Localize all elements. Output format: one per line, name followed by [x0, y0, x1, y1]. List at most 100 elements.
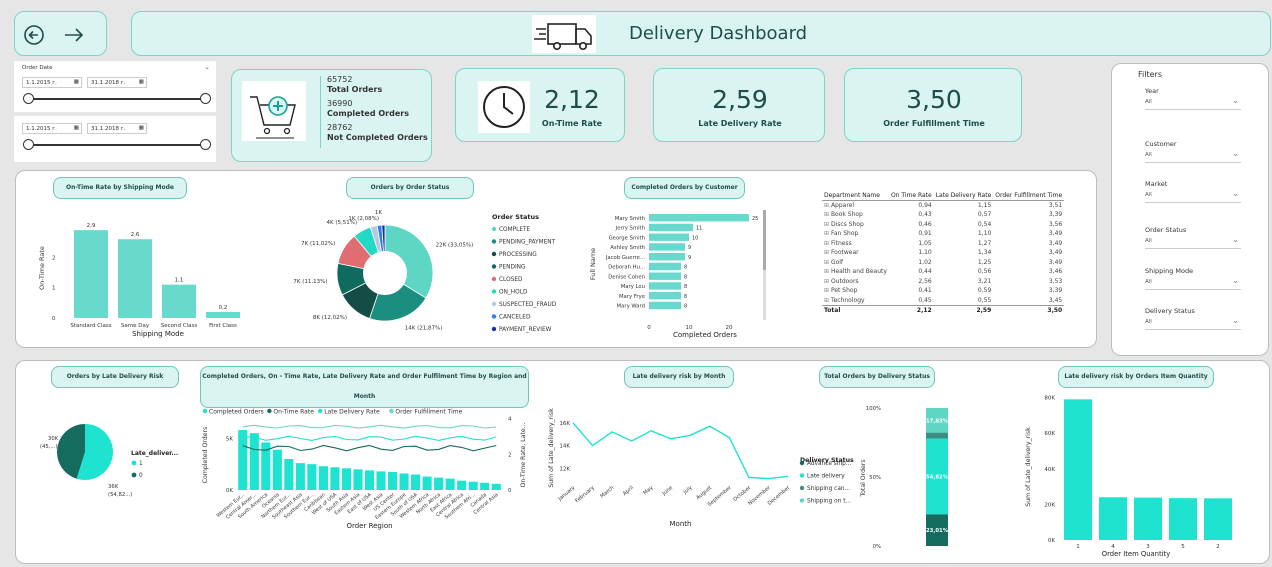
late-risk-by-month-chart[interactable]: 12K 14K 16K JanuaryFebruary March April May Jun… — [545, 400, 795, 560]
start-date-input[interactable]: 1.1.2015 г. ▦ — [22, 77, 82, 88]
x-tick-label: Second Class — [161, 323, 198, 329]
bar — [295, 463, 305, 490]
x-tick-label: May — [642, 485, 654, 496]
slider-handle-start[interactable] — [23, 93, 34, 104]
x-tick-label: April — [622, 485, 635, 497]
slice-label: 14K (21,87%) — [405, 326, 443, 332]
x-tick-label: June — [661, 485, 674, 498]
slider-track[interactable] — [28, 144, 206, 146]
date-slicer-2[interactable]: 1.1.2015 г. ▦ 31.1.2018 г. ▦ — [14, 116, 216, 162]
filter-dropdown[interactable]: All — [1145, 316, 1241, 330]
legend-marker — [799, 460, 805, 466]
expand-icon[interactable]: ⊞ — [824, 202, 831, 209]
expand-icon[interactable]: ⊞ — [824, 230, 831, 237]
x-tick-label: March — [599, 485, 615, 500]
filter-dropdown[interactable]: All — [1145, 276, 1241, 290]
table-row[interactable]: ⊞ Outdoors 2,56 3,21 3,53 — [822, 277, 1064, 287]
slider-handle-end[interactable] — [200, 93, 211, 104]
table-row[interactable]: ⊞ Health and Beauty 0,44 0,56 3,46 — [822, 267, 1064, 277]
expand-icon[interactable]: ⊞ — [824, 278, 831, 285]
table-row[interactable]: ⊞ Fitness 1,05 1,27 3,49 — [822, 239, 1064, 249]
expand-icon[interactable]: ⊞ — [824, 297, 831, 304]
bar — [1099, 497, 1127, 540]
y-right-axis-title: On-Time Rate, Late... — [520, 422, 527, 487]
y-tick-label: 1 — [52, 286, 56, 292]
filter-customer[interactable]: Customer All — [1145, 140, 1241, 163]
start-date-input[interactable]: 1.1.2015 г. ▦ — [22, 123, 82, 134]
legend-marker — [131, 472, 137, 478]
end-date-input[interactable]: 31.1.2018 г. ▦ — [87, 123, 147, 134]
table-row[interactable]: ⊞ Book Shop 0,43 0,57 3,39 — [822, 210, 1064, 220]
filter-dropdown[interactable]: All — [1145, 189, 1241, 203]
date-slicer-1[interactable]: Order Date ⌄ 1.1.2015 г. ▦ 31.1.2018 г. … — [14, 61, 216, 112]
filter-order-status[interactable]: Order Status All — [1145, 226, 1241, 249]
end-date-input[interactable]: 31.1.2018 г. ▦ — [87, 77, 147, 88]
page-title: Delivery Dashboard — [629, 23, 808, 44]
slider-handle-start[interactable] — [23, 139, 34, 150]
filter-delivery-status[interactable]: Delivery Status All — [1145, 307, 1241, 330]
filter-label: Customer — [1145, 140, 1177, 148]
table-total-cell: Total — [822, 304, 889, 315]
y-tick-label: 14K — [559, 444, 570, 450]
filter-year[interactable]: Year All — [1145, 87, 1241, 110]
department-table[interactable]: Department Name On Time Rate Late Delivery… — [822, 191, 1065, 315]
data-label: 8 — [684, 265, 687, 271]
table-row[interactable]: ⊞ Fan Shop 0,91 1,10 3,49 — [822, 229, 1064, 239]
kpi-order-fulfillment-time: 3,50 Order Fulfillment Time — [844, 68, 1022, 142]
on-time-by-shipping-chart[interactable]: 0 1 2 2,9 Standard Class 2,6 Same Day 1,1 Second… — [30, 200, 250, 345]
table-row[interactable]: ⊞ Pet Shop 0,41 0,59 3,39 — [822, 286, 1064, 296]
legend-label: CLOSED — [499, 277, 523, 283]
expand-icon[interactable]: ⊞ — [824, 259, 831, 266]
calendar-icon[interactable]: ▦ — [74, 125, 79, 131]
calendar-icon[interactable]: ▦ — [139, 125, 144, 131]
slider-handle-end[interactable] — [200, 139, 211, 150]
expand-icon[interactable]: ⊞ — [824, 287, 831, 294]
table-header[interactable]: Late Delivery Rate — [933, 191, 994, 201]
expand-icon[interactable]: ⊞ — [824, 221, 831, 228]
expand-icon[interactable]: ⊞ — [824, 268, 831, 275]
filter-dropdown[interactable]: All — [1145, 149, 1241, 163]
table-header[interactable]: Order Fulfillment Time — [993, 191, 1065, 201]
bar — [1204, 498, 1232, 540]
calendar-icon[interactable]: ▦ — [74, 79, 79, 85]
filter-dropdown[interactable]: All — [1145, 235, 1241, 249]
y-right-tick-label: 4 — [508, 417, 512, 423]
table-total-row: Total 2,12 2,59 3,50 — [822, 304, 1065, 315]
filter-value: All — [1145, 192, 1152, 198]
data-label: 17,83% — [926, 418, 949, 424]
bar — [649, 223, 693, 232]
table-row[interactable]: ⊞ Apparel 0,94 1,15 3,51 — [822, 201, 1064, 211]
filter-label: Delivery Status — [1145, 307, 1195, 315]
department-name-cell: ⊞ Outdoors — [822, 277, 889, 287]
filter-dropdown[interactable]: All — [1145, 96, 1241, 110]
slider-track[interactable] — [28, 98, 206, 100]
table-row[interactable]: ⊞ Technology 0,45 0,55 3,45 — [822, 296, 1064, 306]
back-arrow-icon[interactable] — [23, 24, 45, 46]
date-slicer-label: Order Date — [22, 65, 53, 71]
calendar-icon[interactable]: ▦ — [139, 79, 144, 85]
y-tick-label: 50% — [869, 475, 881, 481]
table-row[interactable]: ⊞ Discs Shop 0,46 0,54 3,56 — [822, 220, 1064, 230]
chevron-down-icon[interactable]: ⌄ — [204, 63, 210, 71]
bar — [249, 433, 259, 490]
filter-shipping-mode[interactable]: Shipping Mode All — [1145, 267, 1241, 290]
region-combo-chart[interactable]: Completed Orders On-Time Rate Late Deliver… — [195, 400, 540, 560]
late-risk-by-quantity-chart[interactable]: 0K20K40K60K80K1 4 3 5 2Order Item QuantitySu… — [1020, 385, 1265, 560]
late-delivery-risk-pie-chart[interactable]: 36K (54,82...) 30K (45,...) Late_deliver... 1… — [22, 410, 192, 520]
expand-icon[interactable]: ⊞ — [824, 240, 831, 247]
table-cell: 0,46 — [918, 220, 932, 228]
table-row[interactable]: ⊞ Golf 1,02 1,25 3,49 — [822, 258, 1064, 268]
legend-marker — [491, 289, 497, 294]
chart-title-delivery-status: Total Orders by Delivery Status — [819, 366, 935, 388]
filter-market[interactable]: Market All — [1145, 180, 1241, 203]
table-row[interactable]: ⊞ Footwear 1,10 1,34 3,49 — [822, 248, 1064, 258]
total-orders-by-delivery-status-chart[interactable]: Delivery StatusAdvance ship...Late deliv… — [795, 398, 975, 558]
forward-arrow-icon[interactable] — [63, 24, 85, 46]
expand-icon[interactable]: ⊞ — [824, 249, 831, 256]
table-header[interactable]: Department Name — [822, 191, 889, 201]
completed-by-customer-chart[interactable]: Mary Smith 25 Jerry Smith 11 George Smith 10 A… — [585, 200, 785, 345]
orders-by-status-chart[interactable]: 22K (33,05%) 14K (21,87%) 8K (12,02%) 7K (1… — [265, 200, 565, 345]
table-header[interactable]: On Time Rate — [888, 191, 934, 201]
legend-marker — [131, 460, 137, 466]
expand-icon[interactable]: ⊞ — [824, 211, 831, 218]
